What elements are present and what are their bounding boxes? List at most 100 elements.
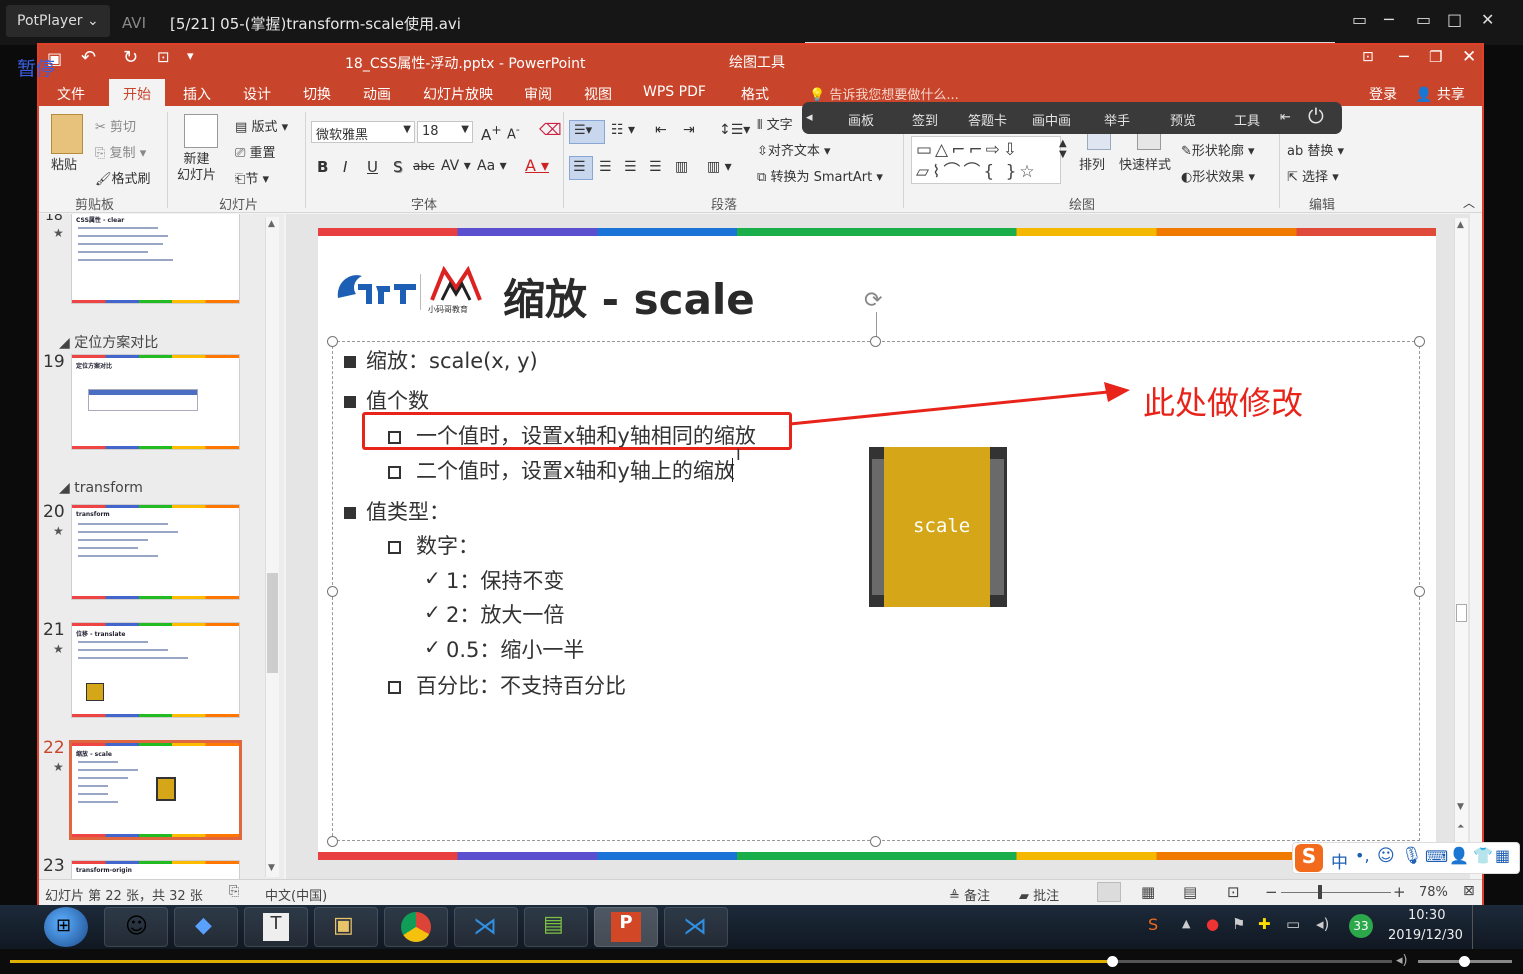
taskbar-app-vscode[interactable]: ⋊ — [454, 907, 518, 947]
section-header[interactable]: ◢ transform — [59, 480, 143, 496]
scroll-thumb[interactable] — [267, 573, 278, 673]
resize-handle[interactable] — [327, 836, 338, 847]
tab-insert[interactable]: 插入 — [183, 84, 211, 104]
shapes-gallery[interactable]: ▭△⌐⌐⇨⇩ ▱⌇⌒⌒{ }☆ — [911, 136, 1061, 184]
volume-icon[interactable]: ◂) — [1316, 915, 1329, 933]
sorter-view-icon[interactable]: ▦ — [1141, 883, 1155, 901]
quick-styles-button[interactable]: 快速样式 — [1119, 154, 1171, 173]
decrease-indent-icon[interactable]: ⇤ — [655, 122, 667, 138]
toolbar-item-signin[interactable]: 签到 — [912, 110, 938, 129]
strikethrough-icon[interactable]: abc — [413, 159, 435, 173]
prev-slide-icon[interactable]: ⏶ — [1457, 822, 1464, 832]
tab-home[interactable]: 开始 — [109, 79, 165, 106]
slide-thumbnail[interactable]: 位移 - translate — [71, 622, 240, 718]
start-button[interactable]: ⊞ — [44, 907, 88, 947]
user-icon[interactable]: 👤 — [1449, 846, 1469, 865]
resize-handle[interactable] — [327, 586, 338, 597]
section-header[interactable]: ◢ 定位方案对比 — [59, 332, 158, 352]
slide-thumbnail[interactable]: CSS属性 - clear — [71, 214, 240, 304]
tray-expand-icon[interactable]: ▲ — [1182, 917, 1190, 930]
scroll-down-icon[interactable]: ▼ — [1457, 802, 1464, 812]
slide-thumbnail[interactable]: transform — [71, 504, 240, 600]
replace-button[interactable]: ab 替换 ▾ — [1287, 140, 1344, 159]
normal-view-button[interactable] — [1097, 882, 1121, 902]
clock-time[interactable]: 10:30 — [1408, 908, 1445, 923]
slideshow-view-icon[interactable]: ⊡ — [1227, 883, 1240, 901]
cut-button[interactable]: ✂ 剪切 — [95, 116, 136, 135]
tab-design[interactable]: 设计 — [243, 84, 271, 104]
italic-icon[interactable]: I — [343, 158, 347, 176]
format-painter-button[interactable]: 🖌格式刷 — [95, 168, 151, 187]
pin-icon[interactable]: ▭ — [1352, 10, 1367, 29]
scale-demo-box[interactable]: scale — [869, 447, 1007, 607]
tab-file[interactable]: 文件 — [57, 84, 85, 104]
tab-view[interactable]: 视图 — [584, 84, 612, 104]
redo-icon[interactable]: ↻ — [123, 47, 138, 68]
taskbar-app-vscode-2[interactable]: ⋊ — [664, 907, 728, 947]
toolbar-item-preview[interactable]: 预览 — [1170, 110, 1196, 129]
seek-thumb[interactable] — [1107, 956, 1118, 967]
sogou-logo-icon[interactable]: S — [1295, 844, 1323, 872]
emoji-icon[interactable]: ☺ — [1377, 846, 1395, 866]
font-size-select[interactable]: 18 ▼ — [417, 121, 473, 143]
collapse-arrow-icon[interactable]: ⇤ — [1280, 110, 1291, 125]
paste-button[interactable]: 粘贴 — [51, 154, 77, 173]
player-menu-button[interactable]: PotPlayer ⌄ — [6, 5, 110, 37]
grid-icon[interactable]: ▦ — [1495, 846, 1510, 865]
language-indicator[interactable]: 中文(中国) — [265, 885, 327, 904]
taskbar-app-avatar[interactable]: ☺ — [104, 907, 168, 947]
zoom-level[interactable]: 78% — [1419, 885, 1448, 900]
spellcheck-icon[interactable]: ⎘ — [229, 884, 239, 899]
collapse-ribbon-icon[interactable]: ︿ — [1463, 194, 1475, 211]
new-slide-button[interactable]: 新建 幻灯片 — [177, 152, 216, 184]
paste-icon[interactable] — [51, 114, 83, 154]
tab-animations[interactable]: 动画 — [363, 84, 391, 104]
underline-icon[interactable]: U — [367, 158, 378, 176]
text-direction-button[interactable]: ⫴ 文字 — [757, 114, 793, 133]
minimize-player-icon[interactable]: ─ — [1384, 10, 1394, 29]
plus-icon[interactable]: ✚ — [1258, 915, 1271, 933]
taskbar-app-powerpoint[interactable]: P — [594, 907, 658, 947]
tab-wps-pdf[interactable]: WPS PDF — [643, 84, 706, 100]
toolbar-handle-icon[interactable]: ◂ — [806, 110, 813, 125]
clock-date[interactable]: 2019/12/30 — [1388, 928, 1463, 943]
keyboard-icon[interactable]: ⌨ — [1425, 847, 1448, 866]
resize-handle[interactable] — [870, 336, 881, 347]
line-spacing-icon[interactable]: ↕☰▾ — [719, 122, 750, 138]
fit-slide-icon[interactable]: ⊠ — [1463, 883, 1475, 899]
section-button[interactable]: ⎗节 ▾ — [235, 168, 269, 187]
resize-handle[interactable] — [1414, 586, 1425, 597]
network-icon[interactable]: ▭ — [1286, 915, 1300, 933]
rotate-handle-icon[interactable]: ⟳ — [864, 288, 882, 313]
close-player-icon[interactable]: ✕ — [1481, 10, 1494, 29]
justify-icon[interactable]: ☰ — [649, 159, 662, 175]
taskbar-app-notes[interactable]: ▤ — [524, 907, 588, 947]
char-spacing-icon[interactable]: AV ▾ — [441, 158, 471, 174]
reset-button[interactable]: ⎚ 重置 — [235, 142, 276, 161]
shrink-font-icon[interactable]: A- — [507, 123, 520, 142]
slide-thumbnail[interactable]: transform-origin — [71, 860, 240, 879]
align-text-button[interactable]: ⇳对齐文本 ▾ — [757, 140, 831, 159]
gallery-scroll-icon[interactable]: ▲ ▼ — [1059, 138, 1067, 160]
reading-view-icon[interactable]: ▤ — [1183, 883, 1197, 901]
shadow-icon[interactable]: S — [393, 158, 403, 176]
comments-button[interactable]: ▰ 批注 — [1019, 885, 1059, 904]
select-button[interactable]: ⇱ 选择 ▾ — [1287, 166, 1339, 185]
distributed-icon[interactable]: ▥ — [675, 159, 688, 175]
resize-handle[interactable] — [1414, 336, 1425, 347]
scroll-up-icon[interactable]: ▲ — [1457, 220, 1464, 230]
zoom-out-icon[interactable]: − — [1265, 883, 1278, 901]
toolbar-item-answer-card[interactable]: 答题卡 — [968, 110, 1007, 129]
toolbar-item-raise-hand[interactable]: 举手 — [1104, 110, 1130, 129]
tab-format[interactable]: 格式 — [741, 84, 769, 104]
sogou-tray-icon[interactable]: S — [1148, 915, 1158, 934]
taskbar-app-explorer[interactable]: ▣ — [314, 907, 378, 947]
scroll-down-icon[interactable]: ▼ — [268, 863, 275, 873]
slide-scrollbar[interactable]: ▲ ▼ ⏶ — [1454, 218, 1468, 874]
slideshow-icon[interactable]: ⊡ — [157, 48, 170, 66]
notification-badge[interactable]: 33 — [1349, 914, 1373, 938]
tell-me-input[interactable]: 💡 告诉我您想要做什么... — [809, 84, 959, 103]
toolbar-item-board[interactable]: 画板 — [848, 110, 874, 129]
volume-control-icon[interactable]: ◂) — [1396, 953, 1408, 968]
scroll-thumb[interactable] — [1456, 604, 1467, 622]
